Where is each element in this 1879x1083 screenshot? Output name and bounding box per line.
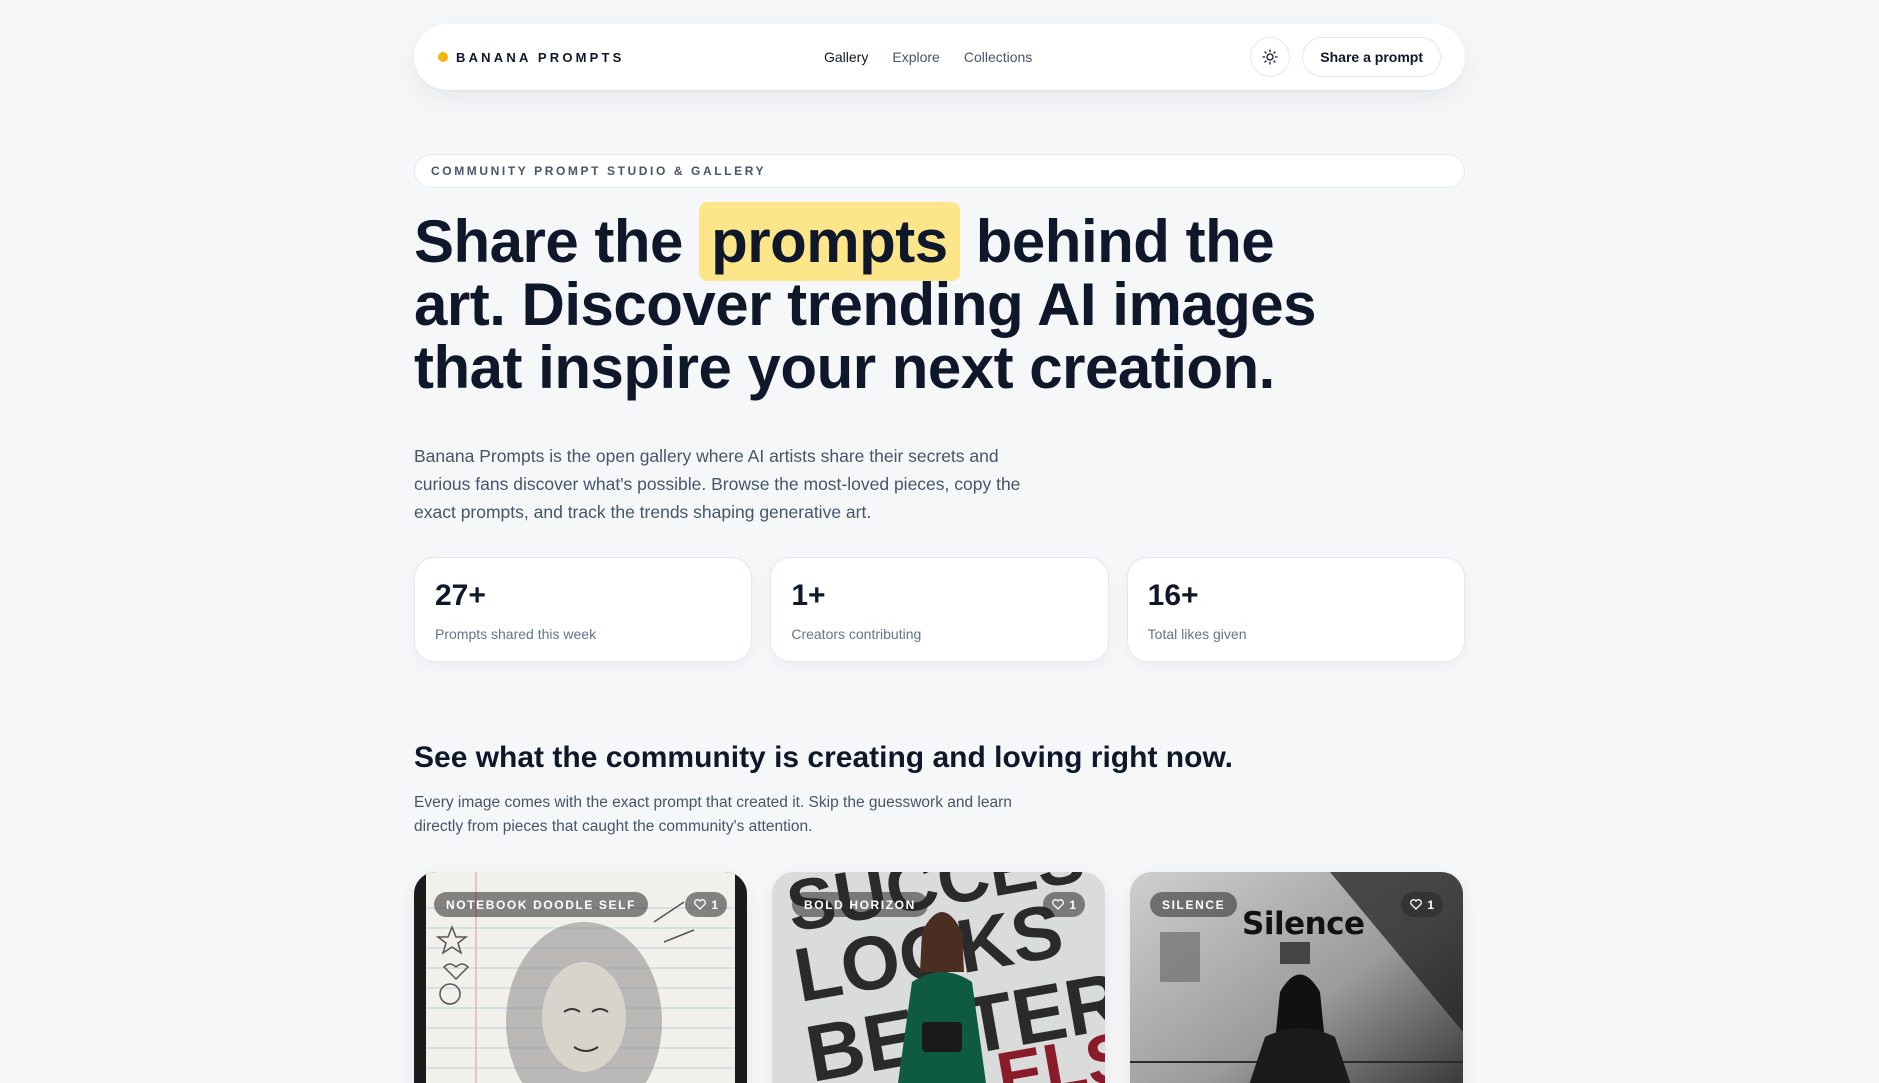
stat-card-likes: 16+ Total likes given (1126, 557, 1465, 662)
like-badge[interactable]: 1 (685, 892, 727, 917)
like-badge[interactable]: 1 (1043, 892, 1085, 917)
like-count: 1 (711, 897, 718, 912)
heart-icon (1052, 899, 1065, 910)
nav-links: Gallery Explore Collections (824, 24, 1032, 90)
artwork-overlay-text: Silence (1242, 906, 1365, 942)
hero-description: Banana Prompts is the open gallery where… (414, 446, 1021, 522)
nav-link-gallery[interactable]: Gallery (824, 49, 868, 65)
theme-toggle-button[interactable] (1250, 37, 1291, 77)
stat-value: 1+ (791, 579, 826, 612)
hero-title-before: Share the (414, 208, 683, 275)
like-count: 1 (1069, 897, 1076, 912)
hero-title: Share the prompts behind the art. Discov… (414, 202, 1374, 399)
share-prompt-button[interactable]: Share a prompt (1302, 37, 1441, 77)
nav-link-explore[interactable]: Explore (892, 49, 939, 65)
gallery-card[interactable]: NOTEBOOK DOODLE SELF 1 (414, 872, 747, 1083)
brand-dot-icon (438, 52, 448, 62)
card-tag: NOTEBOOK DOODLE SELF (434, 892, 649, 917)
stat-card-creators: 1+ Creators contributing (770, 557, 1109, 662)
top-navbar: BANANA PROMPTS Gallery Explore Collectio… (414, 24, 1465, 90)
card-tag: BOLD HORIZON (792, 892, 928, 917)
stat-label: Creators contributing (791, 626, 922, 642)
brand-logo[interactable]: BANANA PROMPTS (438, 50, 625, 65)
stat-value: 27+ (435, 579, 486, 612)
stat-label: Prompts shared this week (435, 626, 597, 642)
section-description: Every image comes with the exact prompt … (414, 794, 1012, 835)
gallery-card[interactable]: SUCCESS LOOKS BETTER ELS BOLD HORIZON 1 (772, 872, 1105, 1083)
stat-label: Total likes given (1147, 626, 1247, 642)
hero-title-highlight: prompts (699, 202, 960, 281)
stats-row: 27+ Prompts shared this week 1+ Creators… (414, 557, 1465, 662)
nav-actions: Share a prompt (1250, 24, 1441, 90)
heart-icon (694, 899, 707, 910)
eyebrow-pill: COMMUNITY PROMPT STUDIO & GALLERY (414, 154, 1465, 188)
sun-icon (1262, 49, 1278, 65)
section-title: See what the community is creating and l… (414, 741, 1233, 774)
card-tag: SILENCE (1150, 892, 1238, 917)
stat-value: 16+ (1147, 579, 1199, 612)
nav-link-collections[interactable]: Collections (964, 49, 1032, 65)
heart-icon (1410, 899, 1423, 910)
like-badge[interactable]: 1 (1401, 892, 1443, 917)
gallery-grid: NOTEBOOK DOODLE SELF 1 SUCCESS LOOKS BET… (414, 872, 1465, 1083)
brand-name: BANANA PROMPTS (456, 49, 625, 65)
stat-card-prompts: 27+ Prompts shared this week (414, 557, 753, 662)
like-count: 1 (1427, 897, 1434, 912)
gallery-card[interactable]: Silence SILENCE 1 (1130, 872, 1463, 1083)
